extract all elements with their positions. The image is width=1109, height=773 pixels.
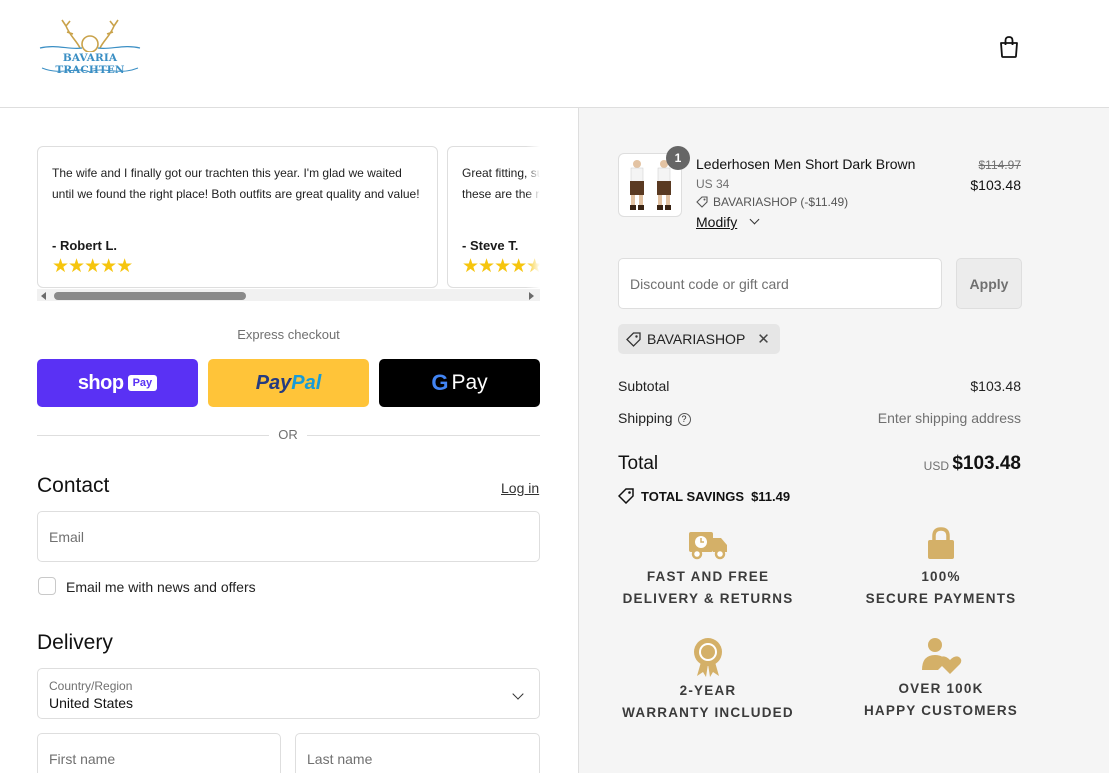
- newsletter-checkbox[interactable]: [38, 577, 56, 595]
- reviews-carousel[interactable]: The wife and I finally got our trachten …: [37, 146, 540, 303]
- scroll-right-arrow-icon[interactable]: [529, 292, 534, 300]
- delivery-truck-icon: [689, 532, 727, 560]
- google-g-icon: G: [431, 370, 449, 395]
- happy-customers-icon: [922, 638, 962, 674]
- country-value: United States: [49, 695, 134, 711]
- express-checkout-label: Express checkout: [237, 327, 340, 342]
- review-author: - Robert L.: [52, 238, 117, 253]
- brand-logo[interactable]: BAVARIA TRACHTEN: [36, 18, 144, 76]
- google-pay-button[interactable]: G Pay: [379, 359, 540, 407]
- last-name-field[interactable]: Last name: [295, 733, 540, 773]
- award-ribbon-icon: [694, 638, 722, 677]
- tag-icon: [618, 488, 634, 504]
- feature-line: SECURE PAYMENTS: [865, 591, 1017, 606]
- feature-line: HAPPY CUSTOMERS: [863, 703, 1019, 718]
- paypal-wordmark-pal: Pal: [291, 371, 322, 394]
- product-discount-text: BAVARIASHOP (-$11.49): [713, 195, 849, 209]
- checkout-form-column: The wife and I finally got our trachten …: [0, 108, 578, 773]
- order-summary-column: 1 Lederhosen Men Short Dark Brown US 34 …: [578, 108, 1109, 773]
- shipping-label: Shipping: [618, 410, 673, 426]
- product-discount: BAVARIASHOP (-$11.49): [696, 195, 848, 209]
- review-author: - Steve T.: [462, 238, 519, 253]
- applied-discount-chip: BAVARIASHOP ✕: [618, 324, 780, 354]
- feature-line: OVER 100K: [898, 681, 984, 696]
- contact-heading: Contact: [37, 474, 110, 497]
- quantity-badge: 1: [666, 146, 690, 170]
- chevron-down-icon[interactable]: [749, 214, 760, 225]
- site-header: BAVARIA TRACHTEN: [0, 0, 1109, 108]
- applied-code-text: BAVARIASHOP: [647, 331, 746, 347]
- discount-code-placeholder: Discount code or gift card: [630, 276, 789, 292]
- help-icon[interactable]: ?: [677, 413, 691, 426]
- feature-delivery: FAST AND FREE DELIVERY & RETURNS: [598, 526, 818, 610]
- total-value: $103.48: [952, 453, 1021, 474]
- email-placeholder: Email: [49, 529, 85, 545]
- product-name: Lederhosen Men Short Dark Brown: [696, 156, 916, 172]
- modify-link[interactable]: Modify: [696, 214, 737, 230]
- chevron-down-icon: [512, 688, 524, 700]
- country-label: Country/Region: [49, 679, 133, 693]
- shop-pay-button[interactable]: shop Pay: [37, 359, 198, 407]
- savings-label: TOTAL SAVINGS: [641, 488, 745, 504]
- last-name-placeholder: Last name: [307, 751, 373, 767]
- feature-customers: OVER 100K HAPPY CUSTOMERS: [831, 636, 1051, 722]
- savings-value: $11.49: [751, 488, 791, 504]
- feature-line: 2-YEAR: [679, 683, 737, 698]
- original-price: $114.97: [978, 158, 1022, 172]
- paypal-button[interactable]: Pay Pal: [208, 359, 369, 407]
- review-text: The wife and I finally got our trachten …: [52, 166, 420, 201]
- carousel-fade: [526, 146, 540, 288]
- shop-pay-badge: Pay: [127, 375, 158, 391]
- remove-discount-icon[interactable]: ✕: [757, 330, 770, 348]
- discount-code-input[interactable]: Discount code or gift card: [618, 258, 942, 309]
- feature-line: WARRANTY INCLUDED: [622, 705, 794, 720]
- country-select[interactable]: Country/Region United States: [37, 668, 540, 719]
- horizontal-scrollbar[interactable]: [37, 289, 540, 301]
- product-variant: US 34: [696, 177, 730, 191]
- or-divider-text: OR: [269, 427, 307, 442]
- feature-payments: 100% SECURE PAYMENTS: [831, 526, 1051, 610]
- newsletter-label[interactable]: Email me with news and offers: [66, 579, 256, 595]
- delivery-heading: Delivery: [37, 631, 113, 654]
- shipping-row: Shipping?: [618, 410, 691, 426]
- currency-code: USD: [923, 459, 949, 473]
- logo-swirl: [41, 67, 139, 73]
- discounted-price: $103.48: [970, 177, 1021, 193]
- star-rating: ★★★★★: [52, 256, 133, 277]
- total-savings: TOTAL SAVINGS $11.49: [618, 488, 790, 504]
- review-card: The wife and I finally got our trachten …: [37, 146, 438, 288]
- google-pay-wordmark: Pay: [451, 371, 488, 394]
- first-name-placeholder: First name: [49, 751, 116, 767]
- total-label: Total: [618, 453, 659, 474]
- first-name-field[interactable]: First name: [37, 733, 281, 773]
- login-link[interactable]: Log in: [501, 480, 539, 496]
- scrollbar-thumb[interactable]: [54, 292, 246, 300]
- email-field[interactable]: Email: [37, 511, 540, 562]
- subtotal-label: Subtotal: [618, 378, 670, 394]
- feature-line: 100%: [921, 569, 961, 584]
- scroll-left-arrow-icon[interactable]: [41, 292, 46, 300]
- feature-line: FAST AND FREE: [646, 569, 770, 584]
- feature-warranty: 2-YEAR WARRANTY INCLUDED: [598, 636, 818, 724]
- tag-icon: [626, 331, 641, 347]
- padlock-icon: [928, 527, 954, 559]
- shipping-value: Enter shipping address: [877, 410, 1021, 426]
- feature-line: DELIVERY & RETURNS: [622, 591, 794, 606]
- deer-antler-icon: [39, 19, 141, 52]
- paypal-wordmark-pay: Pay: [255, 371, 292, 394]
- subtotal-value: $103.48: [970, 378, 1021, 394]
- shop-pay-wordmark: shop: [77, 371, 124, 394]
- shopping-bag-icon[interactable]: [998, 35, 1020, 59]
- apply-button[interactable]: Apply: [956, 258, 1022, 309]
- tag-icon: [696, 196, 708, 208]
